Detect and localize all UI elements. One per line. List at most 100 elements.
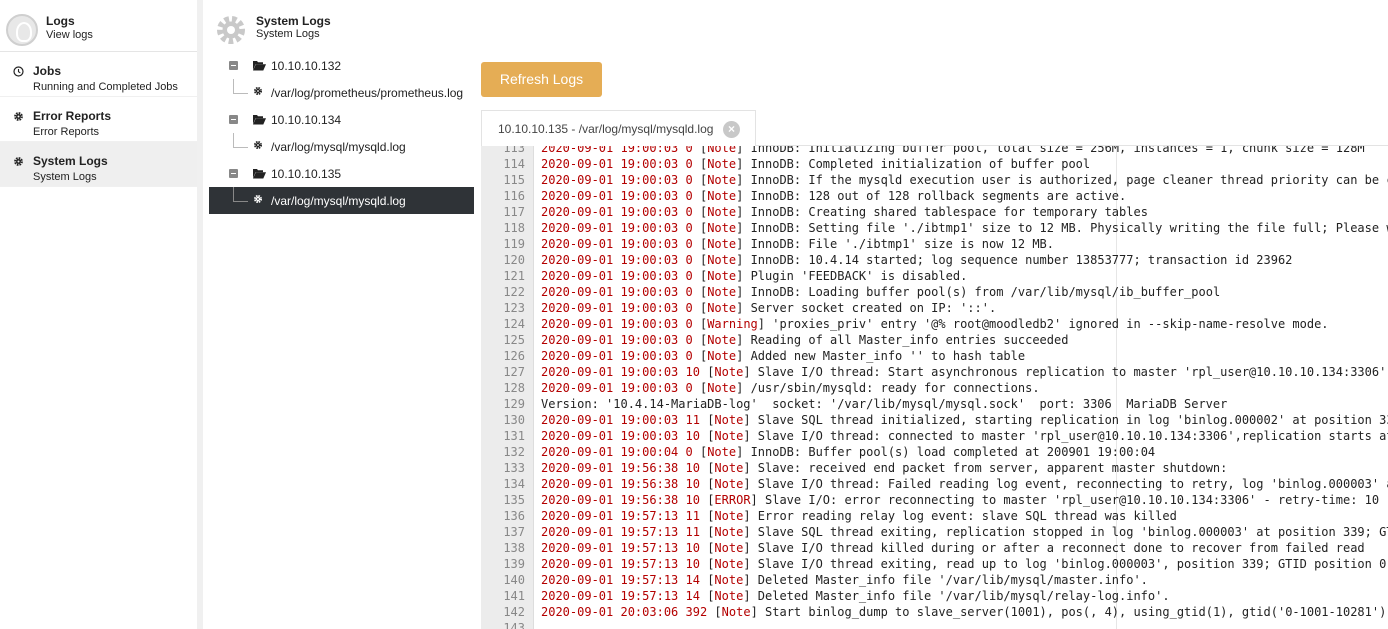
log-timestamp: 2020-09-01 19:00:03 (541, 269, 679, 283)
log-line: 143 (481, 620, 1388, 629)
log-thread-id: 10 (685, 541, 700, 555)
log-tree: System Logs System Logs 10.10.10.132 /va… (209, 0, 474, 629)
host-label: 10.10.10.134 (271, 113, 342, 127)
log-timestamp: 2020-09-01 19:00:03 (541, 301, 679, 315)
gear-icon (13, 156, 24, 167)
log-line: 137 2020-09-01 19:57:13 11 [Note] Slave S… (481, 524, 1388, 540)
log-level: Note (714, 477, 744, 491)
line-number: 127 (503, 365, 525, 379)
refresh-logs-button[interactable]: Refresh Logs (481, 62, 602, 97)
gear-icon (253, 194, 263, 207)
log-text: 2020-09-01 19:00:03 0 [Note] InnoDB: If … (541, 172, 1388, 188)
log-timestamp: 2020-09-01 19:00:03 (541, 205, 679, 219)
tree-host[interactable]: 10.10.10.132 (209, 52, 474, 79)
log-line: 116 2020-09-01 19:00:03 0 [Note] InnoDB: … (481, 188, 1388, 204)
folder-open-icon (253, 60, 266, 73)
line-number: 140 (503, 573, 525, 587)
log-thread-id: 11 (685, 413, 700, 427)
line-number: 125 (503, 333, 525, 347)
log-thread-id: 10 (685, 557, 700, 571)
nav-item-label: System Logs (33, 154, 108, 168)
log-text: 2020-09-01 19:00:03 0 [Warning] 'proxies… (541, 317, 1329, 331)
log-message: InnoDB: File './ibtmp1' size is now 12 M… (750, 237, 1054, 251)
log-line: 142 2020-09-01 20:03:06 392 [Note] Start … (481, 604, 1388, 620)
log-line: 120 2020-09-01 19:00:03 0 [Note] InnoDB: … (481, 252, 1388, 268)
log-message: Slave SQL thread exiting, replication st… (757, 525, 1388, 539)
line-number: 130 (503, 413, 525, 427)
gear-icon (253, 86, 263, 99)
line-number: 118 (503, 221, 525, 235)
log-line: 125 2020-09-01 19:00:03 0 [Note] Reading … (481, 332, 1388, 348)
log-timestamp: 2020-09-01 19:56:38 (541, 461, 679, 475)
line-number: 124 (503, 317, 525, 331)
tree-file[interactable]: /var/log/prometheus/prometheus.log (209, 79, 474, 106)
log-level: Note (707, 333, 737, 347)
line-number: 134 (503, 477, 525, 491)
log-timestamp: 2020-09-01 20:03:06 (541, 605, 679, 619)
log-message: InnoDB: Creating shared tablespace for t… (750, 205, 1148, 219)
log-timestamp: 2020-09-01 19:00:03 (541, 349, 679, 363)
tab-label: 10.10.10.135 - /var/log/mysql/mysqld.log (498, 122, 714, 136)
log-text: 2020-09-01 19:56:38 10 [Note] Slave I/O … (541, 476, 1388, 492)
collapse-icon[interactable] (229, 169, 238, 178)
log-thread-id: 10 (685, 461, 700, 475)
log-thread-id: 0 (685, 189, 693, 203)
tree-file[interactable]: /var/log/mysql/mysqld.log (209, 133, 474, 160)
log-timestamp: 2020-09-01 19:00:03 (541, 333, 679, 347)
log-line: 135 2020-09-01 19:56:38 10 [ERROR] Slave … (481, 492, 1388, 508)
nav-item-error-reports[interactable]: Error Reports Error Reports (0, 97, 197, 142)
collapse-icon[interactable] (229, 115, 238, 124)
log-text: 2020-09-01 19:00:03 0 [Note] Plugin 'FEE… (541, 269, 968, 283)
log-timestamp: 2020-09-01 19:00:03 (541, 317, 679, 331)
tree-host[interactable]: 10.10.10.134 (209, 106, 474, 133)
close-icon[interactable]: × (723, 121, 740, 138)
line-number: 121 (503, 269, 525, 283)
nav-item-system-logs[interactable]: System Logs System Logs (0, 142, 197, 187)
line-number: 122 (503, 285, 525, 299)
nav-item-sub: Error Reports (33, 126, 100, 138)
log-timestamp: 2020-09-01 19:00:03 (541, 285, 679, 299)
log-line: 119 2020-09-01 19:00:03 0 [Note] InnoDB: … (481, 236, 1388, 252)
log-level: Note (707, 237, 737, 251)
host-label: 10.10.10.132 (271, 59, 342, 73)
folder-open-icon (253, 168, 266, 181)
log-line: 123 2020-09-01 19:00:03 0 [Note] Server s… (481, 300, 1388, 316)
nav-item-jobs[interactable]: Jobs Running and Completed Jobs (0, 52, 197, 97)
log-message: /usr/sbin/mysqld: ready for connections. (750, 381, 1040, 395)
line-number: 129 (503, 397, 525, 411)
log-level: Note (707, 221, 737, 235)
log-timestamp: 2020-09-01 19:00:04 (541, 445, 679, 459)
nav-item-label: Jobs (33, 64, 62, 78)
log-line: 114 2020-09-01 19:00:03 0 [Note] InnoDB: … (481, 156, 1388, 172)
log-text: 2020-09-01 19:00:03 0 [Note] /usr/sbin/m… (541, 381, 1040, 395)
log-editor[interactable]: 113 2020-09-01 19:00:03 0 [Note] InnoDB: … (481, 145, 1388, 629)
log-message: Error reading relay log event: slave SQL… (757, 509, 1177, 523)
log-level: Note (714, 573, 744, 587)
tree-file-selected[interactable]: /var/log/mysql/mysqld.log (209, 187, 474, 214)
line-number: 128 (503, 381, 525, 395)
collapse-icon[interactable] (229, 61, 238, 70)
log-thread-id: 0 (685, 221, 693, 235)
log-line: 122 2020-09-01 19:00:03 0 [Note] InnoDB: … (481, 284, 1388, 300)
log-level: Note (714, 589, 744, 603)
nav-item-label: Error Reports (33, 109, 112, 123)
log-line: 139 2020-09-01 19:57:13 10 [Note] Slave I… (481, 556, 1388, 572)
log-thread-id: 0 (685, 381, 693, 395)
log-text: 2020-09-01 19:00:03 0 [Note] InnoDB: Loa… (541, 285, 1221, 299)
tree-host[interactable]: 10.10.10.135 (209, 160, 474, 187)
log-timestamp: 2020-09-01 19:57:13 (541, 589, 679, 603)
log-line: 126 2020-09-01 19:00:03 0 [Note] Added ne… (481, 348, 1388, 364)
log-line: 140 2020-09-01 19:57:13 14 [Note] Deleted… (481, 572, 1388, 588)
log-thread-id: 392 (685, 605, 708, 619)
log-text: 2020-09-01 19:00:03 0 [Note] InnoDB: 128… (541, 189, 1127, 203)
log-line: 117 2020-09-01 19:00:03 0 [Note] InnoDB: … (481, 204, 1388, 220)
file-label: /var/log/mysql/mysqld.log (271, 194, 406, 208)
log-thread-id: 0 (685, 301, 693, 315)
log-message: Slave I/O thread exiting, read up to log… (757, 557, 1388, 571)
log-timestamp: 2020-09-01 19:00:03 (541, 189, 679, 203)
line-number: 114 (503, 157, 525, 171)
line-number: 115 (503, 173, 525, 187)
log-timestamp: 2020-09-01 19:00:03 (541, 253, 679, 267)
log-text: 2020-09-01 19:56:38 10 [Note] Slave: rec… (541, 461, 1228, 475)
log-tab[interactable]: 10.10.10.135 - /var/log/mysql/mysqld.log… (481, 110, 756, 146)
